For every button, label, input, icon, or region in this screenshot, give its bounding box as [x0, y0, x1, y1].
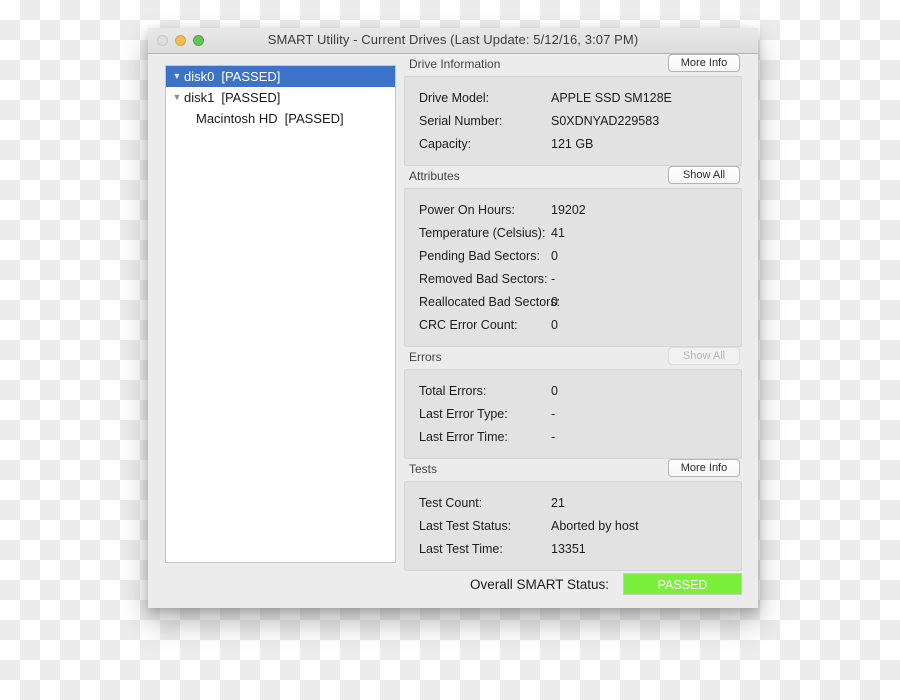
drive-status: [PASSED] — [221, 90, 281, 105]
section-action-button[interactable]: More Info — [668, 459, 740, 477]
section-title: Tests — [409, 462, 438, 476]
drive-name: disk0 — [184, 69, 215, 84]
detail-value: 0 — [551, 248, 558, 263]
detail-value: 19202 — [551, 202, 586, 217]
disclosure-triangle-icon[interactable]: ▼ — [172, 87, 182, 108]
detail-row: Last Error Time: - — [405, 425, 741, 448]
detail-value: - — [551, 429, 556, 444]
drive-detail-pane: Drive Information More Info Drive Model: AP… — [404, 54, 742, 571]
section-header: Drive Information More Info — [404, 54, 742, 76]
detail-value: 21 — [551, 495, 565, 510]
detail-value: APPLE SSD SM128E — [551, 90, 672, 105]
section-title: Drive Information — [409, 57, 501, 71]
detail-row: Removed Bad Sectors: - — [405, 267, 741, 290]
detail-row: Reallocated Bad Sectors: 0 — [405, 290, 741, 313]
detail-row: Pending Bad Sectors: 0 — [405, 244, 741, 267]
detail-value: S0XDNYAD229583 — [551, 113, 660, 128]
section-header: Errors Show All — [404, 347, 742, 369]
section-panel: Test Count: 21 Last Test Status: Aborted by… — [404, 481, 742, 571]
detail-label: Temperature (Celsius): — [419, 225, 546, 240]
smart-utility-window: SMART Utility - Current Drives (Last Upd… — [148, 28, 758, 608]
detail-label: Last Test Time: — [419, 541, 503, 556]
drive-name: disk1 — [184, 90, 215, 105]
detail-label: Last Error Type: — [419, 406, 508, 421]
detail-label: Pending Bad Sectors: — [419, 248, 540, 263]
detail-value: - — [551, 271, 556, 286]
detail-value: 0 — [551, 317, 558, 332]
drive-name: Macintosh HD — [196, 111, 278, 126]
detail-value: Aborted by host — [551, 518, 639, 533]
detail-row: Test Count: 21 — [405, 491, 741, 514]
drive-list-item[interactable]: Macintosh HD [PASSED] — [166, 108, 395, 129]
detail-label: Total Errors: — [419, 383, 487, 398]
section-action-button[interactable]: Show All — [668, 166, 740, 184]
status-badge: PASSED — [623, 573, 742, 595]
detail-value: 121 GB — [551, 136, 594, 151]
detail-label: CRC Error Count: — [419, 317, 518, 332]
drive-status: [PASSED] — [284, 111, 344, 126]
detail-label: Last Error Time: — [419, 429, 508, 444]
detail-label: Removed Bad Sectors: — [419, 271, 548, 286]
section-title: Errors — [409, 350, 442, 364]
section-panel: Power On Hours: 19202 Temperature (Celsius… — [404, 188, 742, 347]
detail-label: Power On Hours: — [419, 202, 515, 217]
window-content: ▼ disk0 [PASSED] ▼ disk1 [PASSED] Macintosh HD… — [148, 54, 758, 608]
disclosure-triangle-icon[interactable]: ▼ — [172, 66, 182, 87]
window-title: SMART Utility - Current Drives (Last Upd… — [267, 32, 639, 47]
detail-label: Capacity: — [419, 136, 472, 151]
drive-list-item[interactable]: ▼ disk0 [PASSED] — [166, 66, 395, 87]
section-action-button[interactable]: More Info — [668, 54, 740, 72]
detail-row: Drive Model: APPLE SSD SM128E — [405, 86, 741, 109]
detail-label: Test Count: — [419, 495, 483, 510]
detail-label: Serial Number: — [419, 113, 503, 128]
detail-value: - — [551, 406, 556, 421]
section-header: Attributes Show All — [404, 166, 742, 188]
detail-row: Last Test Status: Aborted by host — [405, 514, 741, 537]
section-action-button: Show All — [668, 347, 740, 365]
detail-label: Reallocated Bad Sectors: — [419, 294, 561, 309]
detail-value: 0 — [551, 294, 558, 309]
section-header: Tests More Info — [404, 459, 742, 481]
section-panel: Drive Model: APPLE SSD SM128E Serial Numbe… — [404, 76, 742, 166]
detail-row: Total Errors: 0 — [405, 379, 741, 402]
detail-row: Last Error Type: - — [405, 402, 741, 425]
detail-value: 13351 — [551, 541, 586, 556]
drive-status: [PASSED] — [221, 69, 281, 84]
detail-row: Capacity: 121 GB — [405, 132, 741, 155]
detail-row: Temperature (Celsius): 41 — [405, 221, 741, 244]
overall-smart-status: Overall SMART Status: PASSED — [404, 573, 742, 595]
drive-list[interactable]: ▼ disk0 [PASSED] ▼ disk1 [PASSED] Macintosh HD… — [165, 65, 396, 563]
detail-value: 0 — [551, 383, 558, 398]
section-panel: Total Errors: 0 Last Error Type: - Last Erro… — [404, 369, 742, 459]
detail-row: Serial Number: S0XDNYAD229583 — [405, 109, 741, 132]
drive-list-item[interactable]: ▼ disk1 [PASSED] — [166, 87, 395, 108]
detail-value: 41 — [551, 225, 565, 240]
detail-label: Last Test Status: — [419, 518, 512, 533]
detail-label: Drive Model: — [419, 90, 490, 105]
overall-status-label: Overall SMART Status: — [469, 576, 609, 592]
detail-row: Power On Hours: 19202 — [405, 198, 741, 221]
window-titlebar[interactable]: SMART Utility - Current Drives (Last Upd… — [148, 28, 758, 54]
detail-row: Last Test Time: 13351 — [405, 537, 741, 560]
section-title: Attributes — [409, 169, 460, 183]
detail-row: CRC Error Count: 0 — [405, 313, 741, 336]
